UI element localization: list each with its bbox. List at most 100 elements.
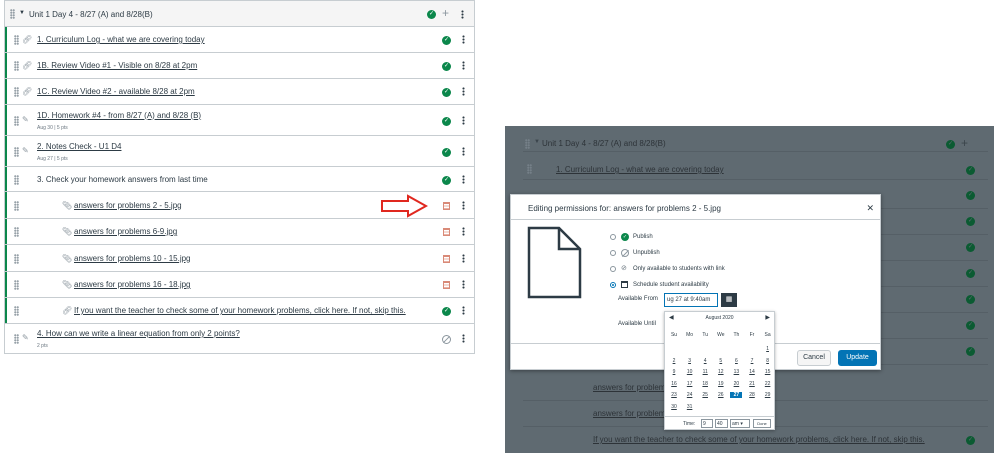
calendar-day[interactable]: 28 [746,392,758,398]
drag-handle-icon[interactable] [10,9,15,19]
calendar-day[interactable]: 9 [668,369,680,375]
item-title[interactable]: 2. Notes Check - U1 D4 [37,142,121,151]
scheduled-calendar-icon[interactable] [443,228,450,236]
calendar-day[interactable]: 22 [762,381,774,387]
calendar-day[interactable]: 20 [730,381,742,387]
item-title[interactable]: 4. How can we write a linear equation fr… [37,329,240,338]
drag-handle-icon[interactable] [14,115,19,126]
published-check-icon[interactable]: ✓ [442,88,451,97]
item-options-icon[interactable] [462,253,465,263]
item-title[interactable]: answers for problems 16 - 18.jpg [74,280,191,289]
calendar-day[interactable]: 8 [762,358,774,364]
item-options-icon[interactable] [462,146,465,156]
item-title[interactable]: If you want the teacher to check some of… [74,306,406,315]
drag-handle-icon[interactable] [14,61,19,71]
next-month-icon[interactable]: ▶ [765,314,770,321]
available-from-input[interactable]: ug 27 at 9:40am [664,293,718,307]
item-options-icon[interactable] [462,87,465,96]
calendar-day[interactable]: 2 [668,358,680,364]
item-options-icon[interactable] [462,280,465,289]
drag-handle-icon[interactable] [14,146,19,157]
module-item-row[interactable]: 📎︎ answers for problems 16 - 18.jpg [5,272,474,298]
published-check-icon[interactable]: ✓ [442,36,451,45]
module-item-row[interactable]: ✎ 1D. Homework #4 - from 8/27 (A) and 8/2… [5,105,474,136]
item-options-icon[interactable] [462,115,465,125]
calendar-day[interactable]: 15 [762,369,774,375]
module-header[interactable]: ▼ Unit 1 Day 4 - 8/27 (A) and 8/28(B) ✓ … [5,1,474,27]
calendar-day[interactable]: 10 [684,369,696,375]
calendar-day[interactable]: 19 [715,381,727,387]
published-check-icon[interactable]: ✓ [442,116,451,126]
scheduled-calendar-icon[interactable] [443,281,450,289]
module-item-row[interactable]: 🔗︎ 1C. Review Video #2 - available 8/28 a… [5,79,474,105]
module-item-row[interactable]: 📎︎ answers for problems 10 - 15.jpg [5,245,474,272]
drag-handle-icon[interactable] [14,280,19,290]
item-options-icon[interactable] [462,334,465,343]
calendar-day[interactable]: 16 [668,381,680,387]
drag-handle-icon[interactable] [14,306,19,316]
option-publish[interactable]: Publish [633,234,653,240]
calendar-day[interactable]: 17 [684,381,696,387]
calendar-day[interactable]: 24 [684,392,696,398]
minute-input[interactable]: 40 [715,419,728,428]
drag-handle-icon[interactable] [14,334,19,344]
drag-handle-icon[interactable] [14,87,19,97]
item-title[interactable]: 1C. Review Video #2 - available 8/28 at … [37,87,195,96]
published-check-icon[interactable]: ✓ [442,62,451,71]
calendar-day[interactable]: 4 [699,358,711,364]
done-button[interactable]: Done [753,419,771,428]
item-title[interactable]: 1. Curriculum Log - what we are covering… [37,35,205,44]
drag-handle-icon[interactable] [14,200,19,211]
item-options-icon[interactable] [462,227,465,236]
item-options-icon[interactable] [462,61,465,70]
calendar-day[interactable]: 23 [668,392,680,398]
calendar-day[interactable]: 21 [746,381,758,387]
item-title[interactable]: 1B. Review Video #1 - Visible on 8/28 at… [37,61,197,70]
calendar-day[interactable]: 26 [715,392,727,398]
item-options-icon[interactable] [462,306,465,315]
scheduled-calendar-icon[interactable] [443,254,450,263]
option-unpublish[interactable]: Unpublish [633,250,660,256]
cancel-button[interactable]: Cancel [797,350,831,366]
module-options-icon[interactable] [461,10,464,19]
add-item-icon[interactable]: + [442,6,449,20]
drag-handle-icon[interactable] [14,253,19,264]
item-title[interactable]: answers for problems 6-9.jpg [74,227,177,236]
drag-handle-icon[interactable] [14,227,19,237]
calendar-day[interactable]: 3 [684,358,696,364]
radio-schedule[interactable] [610,282,616,288]
radio-publish[interactable] [610,234,616,240]
radio-link-only[interactable] [610,266,616,272]
calendar-day-selected[interactable]: 27 [730,392,743,398]
calendar-day[interactable]: 5 [715,358,727,364]
module-item-row[interactable]: 🔗︎ 1B. Review Video #1 - Visible on 8/28 … [5,53,474,79]
calendar-day[interactable]: 31 [684,404,696,410]
published-check-icon[interactable]: ✓ [442,307,451,316]
calendar-day[interactable]: 29 [762,392,774,398]
calendar-day[interactable]: 13 [730,369,742,375]
hour-input[interactable]: 9 [701,419,713,428]
drag-handle-icon[interactable] [14,35,19,45]
calendar-day[interactable]: 1 [762,346,774,352]
item-title[interactable]: answers for problems 2 - 5.jpg [74,201,182,210]
calendar-button[interactable]: ▦ [721,293,737,307]
calendar-day[interactable]: 25 [699,392,711,398]
close-icon[interactable]: ✕ [866,203,874,214]
calendar-day[interactable]: 7 [746,358,758,364]
item-options-icon[interactable] [462,200,465,210]
ampm-select[interactable]: am ▾ [730,419,750,428]
item-options-icon[interactable] [462,174,465,184]
module-item-row[interactable]: 🔗︎ 1. Curriculum Log - what we are coveri… [5,27,474,53]
calendar-day[interactable]: 11 [699,369,711,375]
option-link-only[interactable]: Only available to students with link [633,266,725,272]
unpublished-icon[interactable] [442,335,451,344]
radio-unpublish[interactable] [610,250,616,256]
calendar-day[interactable]: 12 [715,369,727,375]
calendar-day[interactable]: 18 [699,381,711,387]
option-schedule[interactable]: Schedule student availability [633,282,709,288]
drag-handle-icon[interactable] [14,174,19,185]
module-item-row[interactable]: ✎ 2. Notes Check - U1 D4 Aug 27 | 5 pts ✓ [5,136,474,167]
item-options-icon[interactable] [462,35,465,44]
update-button[interactable]: Update [838,350,877,366]
scheduled-calendar-icon[interactable] [443,201,450,210]
